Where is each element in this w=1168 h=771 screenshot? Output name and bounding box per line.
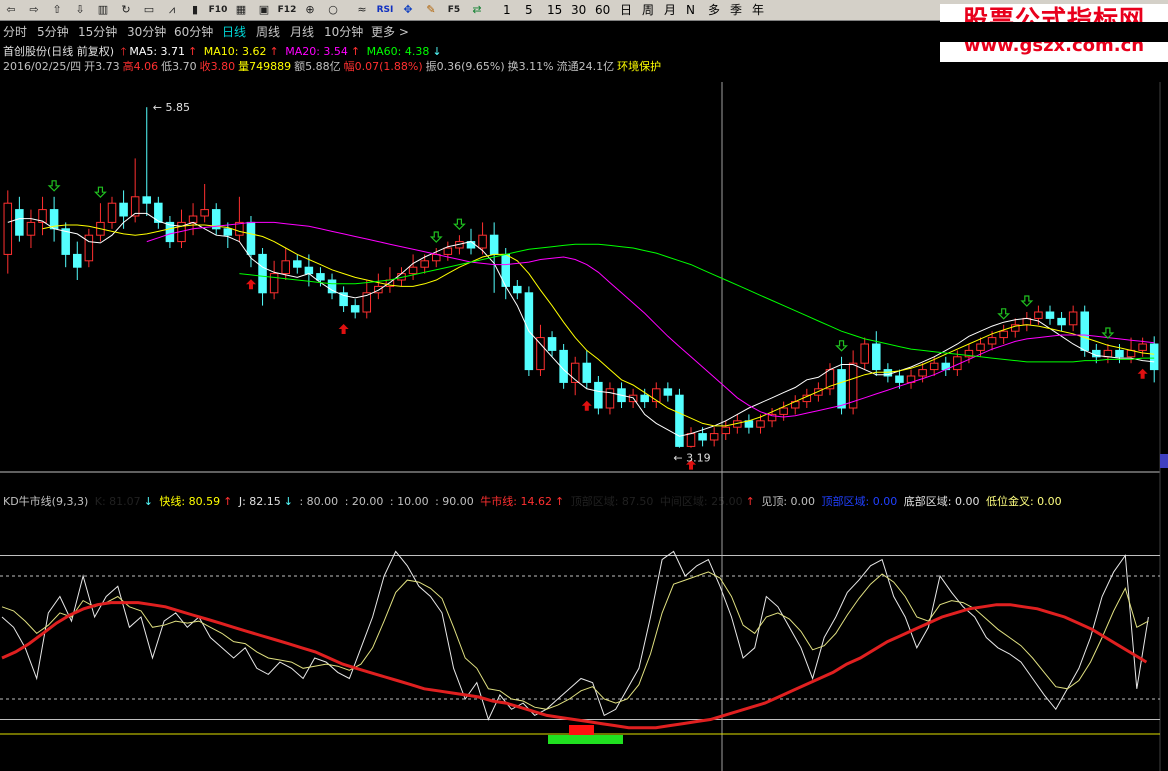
candle-body	[513, 285, 522, 294]
candle-body	[15, 209, 24, 236]
candle-body	[686, 433, 696, 447]
low-price-label: ← 3.19	[673, 452, 710, 465]
candle-body	[223, 228, 233, 236]
candle-body	[698, 433, 707, 441]
sell-arrow-icon	[835, 340, 848, 352]
sell-arrow-icon	[429, 231, 443, 243]
bottom-signal-bar	[548, 735, 623, 744]
candle-body	[408, 266, 418, 275]
candle-body	[987, 337, 997, 345]
candle-body	[605, 388, 615, 409]
candle-body	[709, 433, 719, 441]
buy-arrow-icon	[245, 279, 256, 290]
candle-body	[443, 247, 453, 255]
sell-arrow-icon	[997, 308, 1011, 320]
kd-j-line	[1, 550, 1149, 721]
candle-body	[304, 266, 314, 275]
candle-body	[1103, 349, 1113, 358]
sell-arrow-icon	[1101, 327, 1115, 339]
scroll-marker	[1160, 454, 1168, 468]
candle-body	[478, 234, 487, 249]
candle-body	[142, 196, 152, 204]
candle-body	[1034, 311, 1043, 319]
candle-body	[489, 234, 499, 255]
candle-body	[779, 407, 788, 415]
sell-arrow-icon	[47, 180, 61, 192]
candle-body	[350, 305, 360, 313]
candle-body	[976, 343, 985, 351]
candle-body	[3, 202, 13, 255]
sell-arrow-icon	[93, 186, 107, 199]
candle-body	[872, 343, 881, 371]
candle-body	[1080, 311, 1089, 351]
candle-body	[895, 375, 904, 383]
candle-body	[281, 260, 290, 275]
candle-body	[200, 209, 209, 217]
candle-body	[61, 228, 70, 255]
candle-body	[860, 343, 869, 364]
candle-body	[536, 337, 545, 371]
candle-body	[420, 260, 429, 268]
candle-body	[1149, 343, 1159, 371]
candle-body	[929, 362, 939, 371]
high-price-label: ← 5.85	[153, 101, 190, 114]
candle-body	[293, 260, 302, 268]
candle-body	[837, 369, 846, 409]
candle-body	[918, 369, 927, 377]
candle-body	[1057, 317, 1066, 326]
candle-body	[73, 253, 82, 268]
candle-body	[258, 253, 267, 294]
buy-arrow-icon	[338, 324, 349, 334]
kline-chart[interactable]: ← 5.85 ← 3.19	[0, 0, 1168, 771]
sell-arrow-icon	[452, 218, 466, 231]
candle-body	[1045, 311, 1055, 319]
candle-body	[188, 215, 198, 223]
candle-body	[756, 420, 765, 428]
candle-body	[84, 234, 94, 262]
candle-body	[26, 221, 36, 236]
sell-arrow-icon	[1020, 295, 1034, 307]
golden-cross-marker	[569, 725, 594, 735]
candle-body	[316, 273, 325, 281]
ma5-line	[7, 212, 1155, 437]
ma60-line	[239, 243, 1155, 363]
candle-body	[1068, 311, 1078, 326]
buy-arrow-icon	[1137, 368, 1148, 379]
candle-body	[269, 273, 279, 294]
candle-body	[675, 394, 684, 447]
candle-body	[1138, 343, 1147, 351]
buy-arrow-icon	[581, 400, 592, 411]
candle-body	[1115, 349, 1124, 358]
candle-body	[594, 381, 603, 409]
candle-body	[547, 337, 557, 351]
candle-body	[663, 388, 673, 396]
candle-body	[107, 202, 117, 223]
candle-body	[246, 221, 256, 255]
candle-body	[640, 394, 649, 403]
kd-fast-line	[1, 571, 1149, 710]
candle-body	[999, 330, 1008, 339]
candle-body	[582, 362, 592, 383]
candle-body	[119, 202, 128, 217]
candle-body	[721, 426, 731, 435]
